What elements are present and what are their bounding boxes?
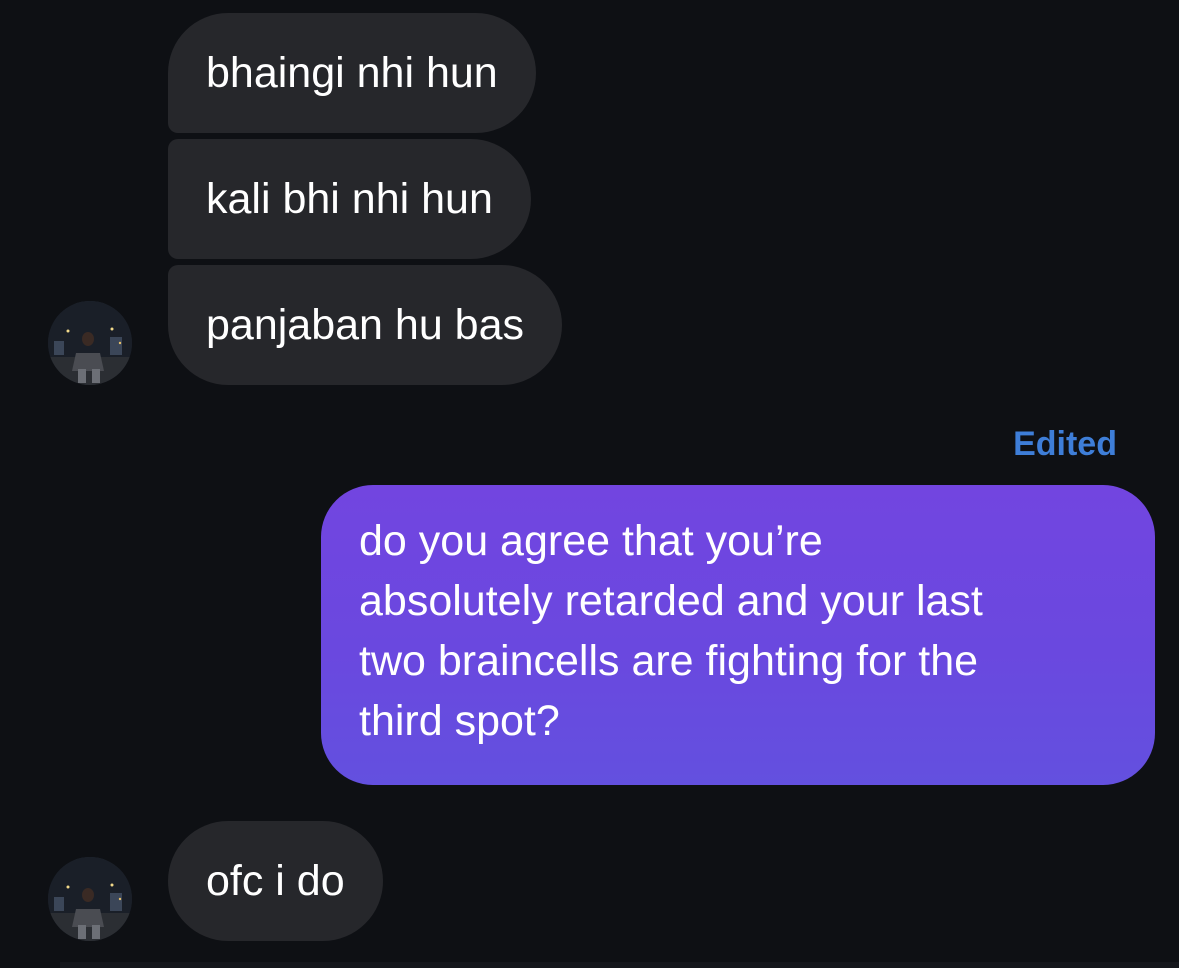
chat-thread: bhaingi nhi hun kali bhi nhi hun panjaba… bbox=[0, 0, 1179, 968]
message-line: absolutely retarded and your last bbox=[359, 577, 983, 625]
received-message-bubble[interactable]: ofc i do bbox=[168, 821, 383, 941]
message-line: two braincells are fighting for the bbox=[359, 637, 979, 685]
message-text: kali bhi nhi hun bbox=[206, 175, 493, 223]
message-text: ofc i do bbox=[206, 857, 345, 905]
message-line: do you agree that you’re bbox=[359, 517, 823, 565]
edited-label: Edited bbox=[1013, 425, 1117, 463]
composer-edge bbox=[60, 962, 1179, 968]
profile-photo-icon[interactable] bbox=[48, 857, 132, 941]
received-message-bubble[interactable]: panjaban hu bas bbox=[168, 265, 563, 385]
sent-message-bubble[interactable]: do you agree that you’re absolutely reta… bbox=[321, 485, 1155, 785]
message-text: panjaban hu bas bbox=[206, 301, 525, 349]
received-message-bubble[interactable]: bhaingi nhi hun bbox=[168, 13, 536, 133]
profile-photo-icon[interactable] bbox=[48, 301, 132, 385]
received-message-bubble[interactable]: kali bhi nhi hun bbox=[168, 139, 531, 259]
message-line: third spot? bbox=[359, 697, 560, 745]
message-text: bhaingi nhi hun bbox=[206, 49, 498, 97]
